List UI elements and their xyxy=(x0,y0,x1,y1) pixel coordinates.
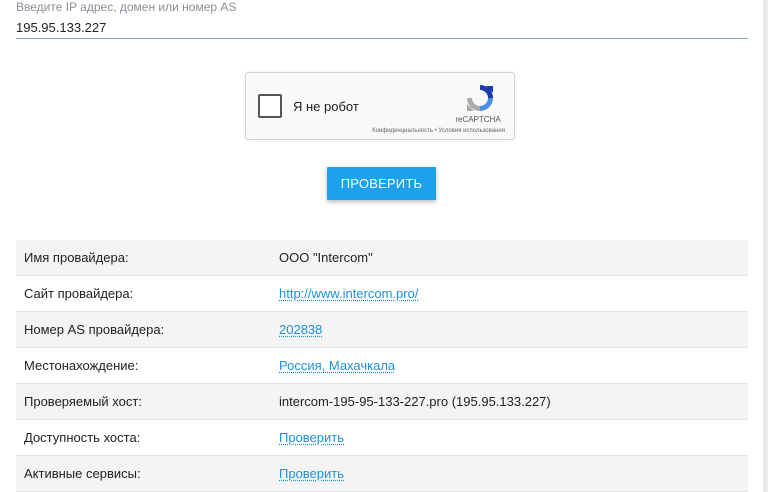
provider-name-value: ООО "Intercom" xyxy=(279,240,748,276)
recaptcha-widget: Я не робот reCAPTCHA Конфиденциальность … xyxy=(245,72,515,140)
provider-as-key: Номер AS провайдера: xyxy=(16,311,279,348)
recaptcha-label: Я не робот xyxy=(293,99,359,114)
recaptcha-brand: reCAPTCHA xyxy=(455,115,501,124)
active-services-key: Активные сервисы: xyxy=(16,455,279,492)
provider-info-table: Имя провайдера: ООО "Intercom" Сайт пров… xyxy=(16,240,748,492)
checked-host-key: Проверяемый хост: xyxy=(16,383,279,420)
host-availability-check-link[interactable]: Проверить xyxy=(279,430,344,445)
table-row: Доступность хоста: Проверить xyxy=(16,419,748,456)
table-row: Имя провайдера: ООО "Intercom" xyxy=(16,240,748,276)
checked-host-value: intercom-195-95-133-227.pro (195.95.133.… xyxy=(279,383,748,420)
recaptcha-checkbox[interactable] xyxy=(258,94,282,118)
table-row: Проверяемый хост: intercom-195-95-133-22… xyxy=(16,383,748,420)
search-field-label: Введите IP адрес, домен или номер AS xyxy=(16,0,237,14)
search-input[interactable] xyxy=(16,16,748,39)
table-row: Номер AS провайдера: 202838 xyxy=(16,311,748,348)
table-row: Активные сервисы: Проверить xyxy=(16,455,748,492)
location-key: Местонахождение: xyxy=(16,347,279,384)
provider-as-link[interactable]: 202838 xyxy=(279,322,322,337)
recaptcha-links[interactable]: Конфиденциальность • Условия использован… xyxy=(372,128,505,134)
provider-site-key: Сайт провайдера: xyxy=(16,275,279,312)
scrollbar-track[interactable] xyxy=(763,0,768,492)
recaptcha-logo-icon xyxy=(467,85,493,111)
provider-name-key: Имя провайдера: xyxy=(16,240,279,276)
host-availability-key: Доступность хоста: xyxy=(16,419,279,456)
check-button[interactable]: ПРОВЕРИТЬ xyxy=(327,167,436,200)
table-row: Сайт провайдера: http://www.intercom.pro… xyxy=(16,275,748,312)
active-services-check-link[interactable]: Проверить xyxy=(279,466,344,481)
table-row: Местонахождение: Россия, Махачкала xyxy=(16,347,748,384)
provider-site-link[interactable]: http://www.intercom.pro/ xyxy=(279,286,418,301)
location-link[interactable]: Россия, Махачкала xyxy=(279,358,395,373)
